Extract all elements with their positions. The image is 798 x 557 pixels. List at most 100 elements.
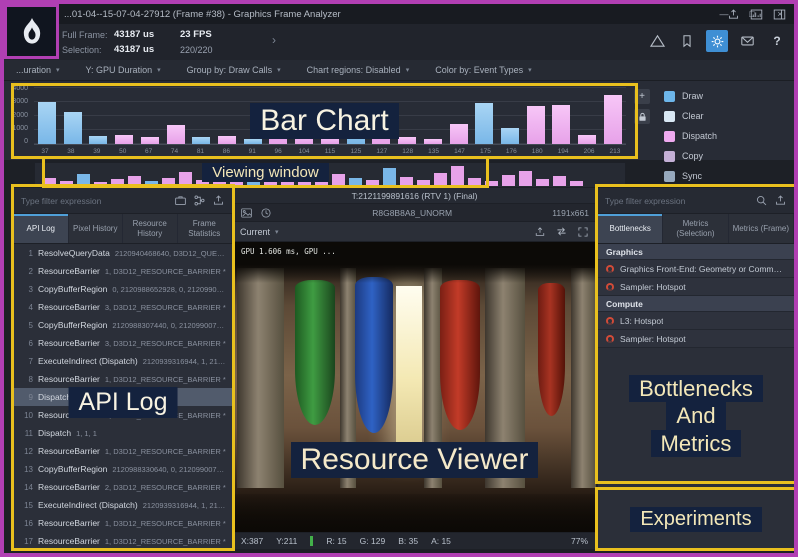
legend-item-sync[interactable]: Sync (664, 170, 717, 182)
metrics-filter-input[interactable] (605, 196, 749, 206)
chart-bar[interactable] (424, 139, 442, 144)
legend-item-dispatch[interactable]: Dispatch (664, 130, 717, 142)
row-number: 9 (19, 393, 33, 402)
save-image-icon[interactable] (534, 226, 546, 238)
view-mode-dropdown[interactable]: Current ▾ (240, 227, 279, 237)
fullscreen-icon[interactable] (577, 226, 589, 238)
chart-bar[interactable] (141, 137, 159, 144)
api-log-row[interactable]: 7ExecuteIndirect (Dispatch)2120939316944… (14, 352, 232, 370)
metrics-item[interactable]: L3: Hotspot (598, 312, 794, 330)
help-button[interactable]: ? (766, 30, 788, 52)
chart-bar[interactable] (218, 136, 236, 144)
title-bar: ...01-04--15-07-04-27912 (Frame #38) - G… (4, 4, 794, 24)
tab-pixel-history[interactable]: Pixel History (69, 214, 124, 243)
api-log-row[interactable]: 4ResourceBarrier3, D3D12_RESOURCE_BARRIE… (14, 298, 232, 316)
row-name: ResourceBarrier (38, 410, 100, 420)
legend-item-clear[interactable]: Clear (664, 110, 717, 122)
image-icon[interactable] (240, 207, 253, 219)
history-clock-icon[interactable] (260, 207, 272, 219)
metrics-item[interactable]: Sampler: Hotspot (598, 330, 794, 348)
row-name: ResourceBarrier (38, 266, 100, 276)
tab-api-log[interactable]: API Log (14, 214, 69, 243)
api-log-row[interactable]: 11Dispatch1, 1, 1 (14, 424, 232, 442)
api-log-row[interactable]: 6ResourceBarrier3, D3D12_RESOURCE_BARRIE… (14, 334, 232, 352)
api-log-row[interactable]: 5CopyBufferRegion2120988307440, 0, 21209… (14, 316, 232, 334)
api-log-row[interactable]: 8ResourceBarrier1, D3D12_RESOURCE_BARRIE… (14, 370, 232, 388)
api-log-row[interactable]: 9Dispatch1, 1, 1 (14, 388, 232, 406)
chart-bar[interactable] (578, 135, 596, 144)
scene-column (424, 268, 442, 488)
briefcase-icon[interactable] (174, 194, 187, 207)
chart-bar[interactable] (475, 103, 493, 144)
zoom-in-button[interactable]: + (634, 89, 650, 104)
api-log-row[interactable]: 15ExecuteIndirect (Dispatch)212093931694… (14, 496, 232, 514)
compare-icon[interactable] (555, 225, 568, 238)
chart-bar[interactable] (604, 95, 622, 144)
lock-icon[interactable] (634, 109, 650, 124)
timeline-preview-strip[interactable] (34, 162, 626, 188)
chart-bar[interactable] (115, 135, 133, 144)
tab-bottlenecks[interactable]: Bottlenecks (598, 214, 663, 243)
toolbar-dropdown-1[interactable]: Y: GPU Duration▾ (86, 65, 161, 75)
chart-x-label: 50 (113, 148, 133, 155)
export-metrics-icon[interactable] (774, 194, 787, 207)
chart-bar[interactable] (269, 108, 287, 144)
export-chart-icon[interactable] (727, 8, 740, 21)
dropdown-label: Group by: Draw Calls (187, 65, 273, 75)
zoom-level: 77% (571, 536, 588, 546)
metrics-sections: GraphicsGraphics Front-End: Geometry or … (598, 244, 794, 348)
api-log-row[interactable]: 16ResourceBarrier1, D3D12_RESOURCE_BARRI… (14, 514, 232, 532)
chart-bar[interactable] (64, 112, 82, 144)
toolbar-dropdown-2[interactable]: Group by: Draw Calls▾ (187, 65, 281, 75)
api-log-row[interactable]: 12ResourceBarrier1, D3D12_RESOURCE_BARRI… (14, 442, 232, 460)
caret-down-icon: ▾ (406, 66, 410, 74)
toolbar-dropdown-3[interactable]: Chart regions: Disabled▾ (307, 65, 410, 75)
row-args: 3, D3D12_RESOURCE_BARRIER * (105, 411, 227, 420)
chart-plot-area[interactable] (34, 87, 626, 145)
chart-bar[interactable] (552, 105, 570, 144)
api-log-row[interactable]: 14ResourceBarrier2, D3D12_RESOURCE_BARRI… (14, 478, 232, 496)
bottleneck-triangle-icon[interactable] (646, 30, 668, 52)
chart-bar[interactable] (321, 136, 339, 144)
chart-bar[interactable] (398, 137, 416, 144)
chevron-right-icon[interactable]: › (272, 33, 276, 47)
metrics-item[interactable]: Sampler: Hotspot (598, 278, 794, 296)
toolbar-dropdown-4[interactable]: Color by: Event Types▾ (435, 65, 531, 75)
api-log-row[interactable]: 1ResolveQueryData2120940468640, D3D12_QU… (14, 244, 232, 262)
hierarchy-tree-icon[interactable] (193, 194, 206, 207)
tab-metrics-selection[interactable]: Metrics (Selection) (663, 214, 728, 243)
chart-bar[interactable] (38, 102, 56, 144)
row-name: ResourceBarrier (38, 338, 100, 348)
chart-bar[interactable] (372, 105, 390, 144)
export-log-icon[interactable] (212, 194, 225, 207)
chart-bar[interactable] (192, 137, 210, 144)
legend-item-draw[interactable]: Draw (664, 90, 717, 102)
render-target-image[interactable]: GPU 1.606 ms, GPU ... (233, 242, 596, 532)
tab-frame-statistics[interactable]: Frame Statistics (178, 214, 233, 243)
chart-bar[interactable] (450, 124, 468, 144)
chart-bar[interactable] (89, 136, 107, 144)
api-log-filter-input[interactable] (21, 196, 168, 206)
api-log-row[interactable]: 3CopyBufferRegion0, 2120988652928, 0, 21… (14, 280, 232, 298)
api-log-row[interactable]: 10ResourceBarrier3, D3D12_RESOURCE_BARRI… (14, 406, 232, 424)
api-log-row[interactable]: 17ResourceBarrier1, D3D12_RESOURCE_BARRI… (14, 532, 232, 549)
tab-resource-history[interactable]: Resource History (123, 214, 178, 243)
legend-item-copy[interactable]: Copy (664, 150, 717, 162)
chart-bar[interactable] (347, 120, 365, 144)
chart-bar[interactable] (244, 139, 262, 144)
feedback-envelope-icon[interactable] (736, 30, 758, 52)
toolbar-dropdown-0[interactable]: ...uration▾ (16, 65, 60, 75)
bookmark-icon[interactable] (676, 30, 698, 52)
settings-gear-icon[interactable] (706, 30, 728, 52)
chart-bar[interactable] (527, 106, 545, 144)
metrics-item[interactable]: Graphics Front-End: Geometry or Comman..… (598, 260, 794, 278)
chart-view-icon[interactable] (750, 8, 763, 21)
panel-toggle-icon[interactable] (773, 8, 786, 21)
api-log-row[interactable]: 13CopyBufferRegion2120988330640, 0, 2120… (14, 460, 232, 478)
tab-metrics-frame[interactable]: Metrics (Frame) (729, 214, 794, 243)
chart-bar[interactable] (167, 125, 185, 144)
chart-bar[interactable] (295, 133, 313, 144)
api-log-row[interactable]: 2ResourceBarrier1, D3D12_RESOURCE_BARRIE… (14, 262, 232, 280)
chart-bar[interactable] (501, 128, 519, 144)
resource-controls-row: Current ▾ (233, 222, 596, 242)
